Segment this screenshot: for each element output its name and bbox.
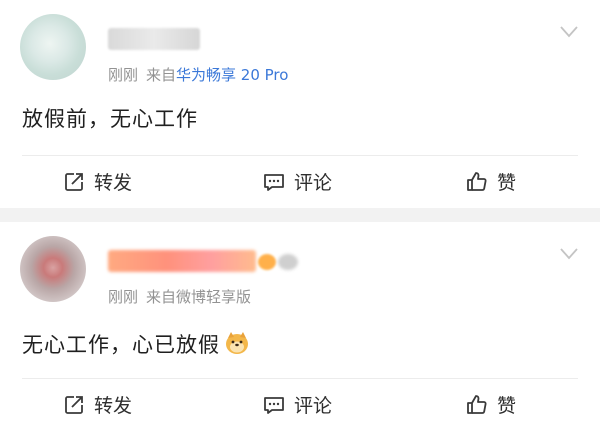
repost-button[interactable]: 转发 (62, 168, 132, 195)
post-time: 刚刚 (108, 288, 139, 306)
doge-emoji-icon (226, 332, 248, 354)
source-prefix: 来自 (146, 66, 177, 84)
badge-icon (278, 254, 298, 270)
thumbs-up-icon (467, 171, 487, 191)
post-meta: 刚刚 来自华为畅享 20 Pro (108, 64, 288, 85)
repost-icon (65, 172, 83, 191)
comment-button[interactable]: 评论 (262, 168, 332, 195)
repost-label: 转发 (94, 395, 133, 417)
source-device-link[interactable]: 华为畅享 20 Pro (176, 66, 288, 84)
repost-icon (65, 395, 83, 414)
post-card: 刚刚 来自华为畅享 20 Pro 放假前，无心工作 转发 评论 赞 (0, 0, 600, 208)
chevron-down-icon[interactable] (560, 26, 578, 38)
source-device: 微博轻享版 (176, 288, 252, 306)
repost-label: 转发 (94, 172, 133, 194)
post-text-content: 无心工作，心已放假 (22, 333, 220, 357)
like-button[interactable]: 赞 (465, 168, 516, 195)
username-blurred[interactable] (108, 28, 200, 50)
like-button[interactable]: 赞 (465, 391, 516, 418)
post-separator (0, 208, 600, 222)
comment-icon (264, 396, 284, 414)
post-text: 放假前，无心工作 (22, 107, 198, 131)
repost-button[interactable]: 转发 (62, 391, 132, 418)
post-meta: 刚刚 来自微博轻享版 (108, 286, 251, 307)
comment-label: 评论 (294, 172, 333, 194)
comment-button[interactable]: 评论 (262, 391, 332, 418)
comment-icon (264, 173, 284, 191)
post-time: 刚刚 (108, 66, 139, 84)
avatar[interactable] (20, 236, 86, 302)
source-prefix: 来自 (146, 288, 177, 306)
user-badges (258, 252, 304, 272)
like-label: 赞 (497, 172, 517, 194)
username-blurred[interactable] (108, 250, 256, 272)
avatar[interactable] (20, 14, 86, 80)
divider (22, 155, 578, 156)
badge-icon (258, 254, 276, 270)
like-label: 赞 (497, 395, 517, 417)
post-text: 无心工作，心已放假 (22, 329, 250, 359)
comment-label: 评论 (294, 395, 333, 417)
thumbs-up-icon (467, 394, 487, 414)
chevron-down-icon[interactable] (560, 248, 578, 260)
